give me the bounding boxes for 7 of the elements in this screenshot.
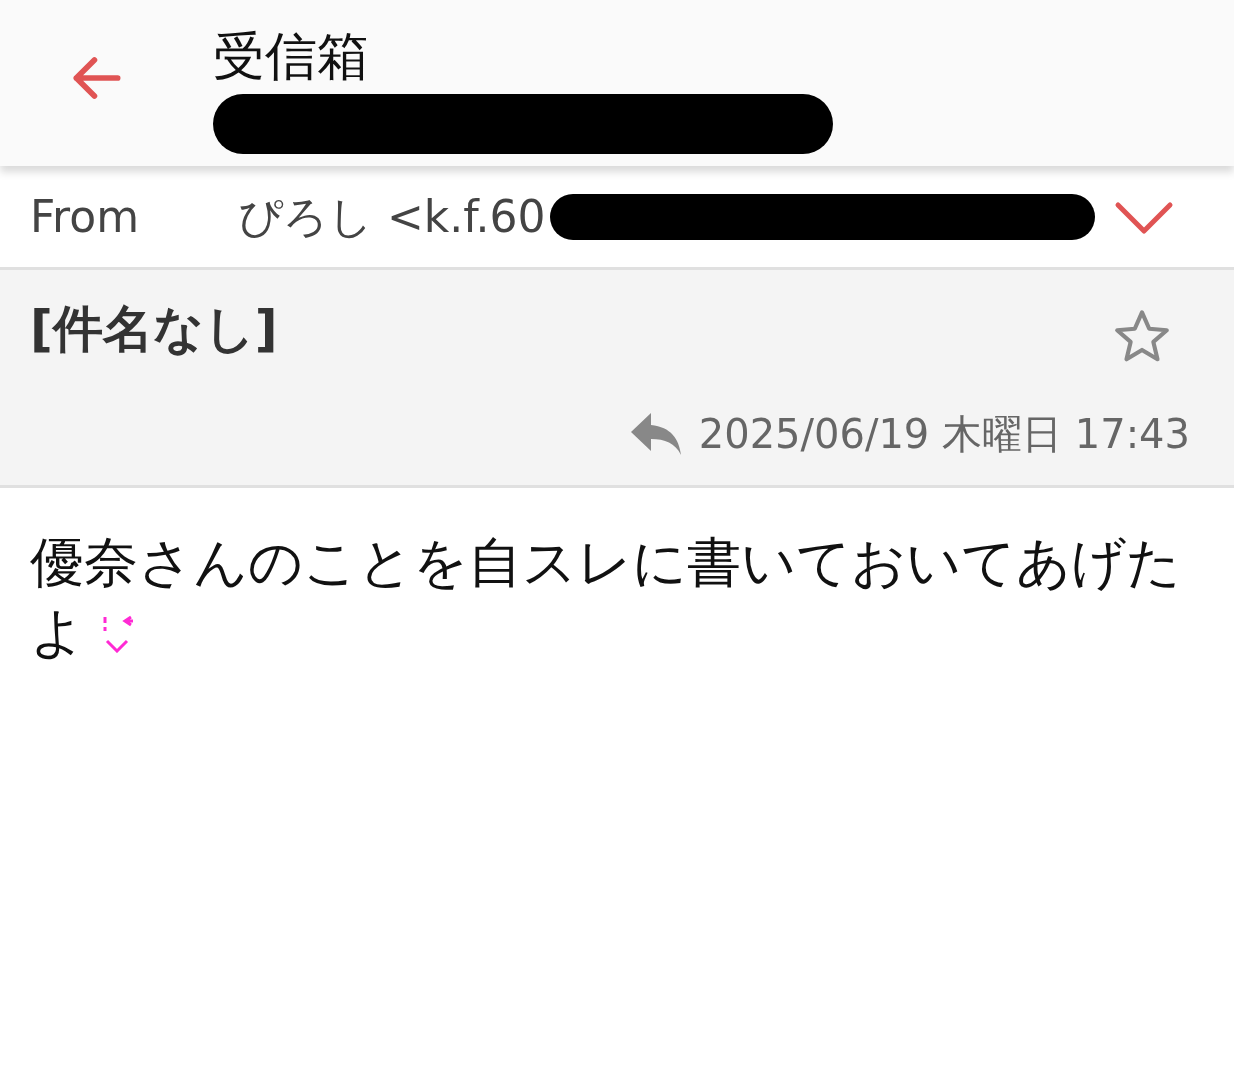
subject: [件名なし] [30, 299, 278, 360]
window-title: 受信箱 [213, 25, 370, 82]
message-line: 優奈さんのことを自スレに書いておいてあげた [30, 530, 1181, 596]
sender-name: ぴろし <k.f.60 [238, 189, 546, 244]
from-label: From [30, 189, 140, 244]
message-line: よ [30, 600, 85, 667]
date-time: 2025/06/19 木曜日 17:43 [698, 410, 1190, 459]
